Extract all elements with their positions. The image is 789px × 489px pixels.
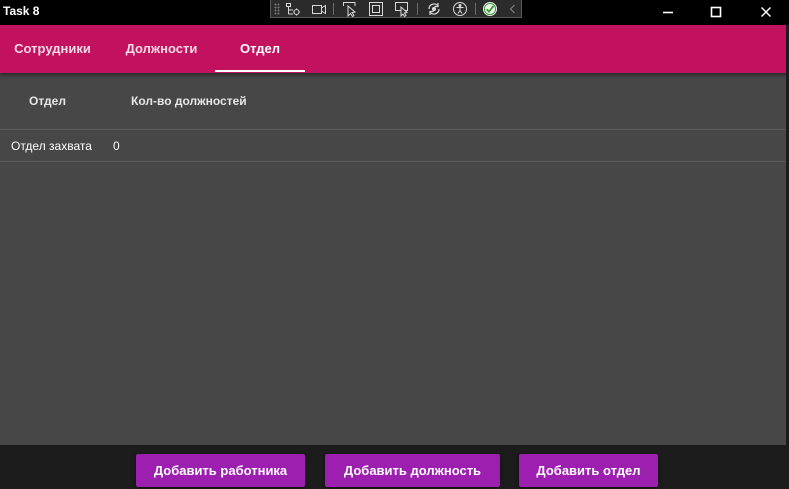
- minimize-icon: [663, 11, 673, 14]
- collapse-icon[interactable]: [505, 1, 521, 17]
- selected-tab-indicator: [215, 70, 305, 72]
- cell-department: Отдел захвата: [11, 139, 92, 153]
- record-icon[interactable]: [311, 1, 327, 17]
- maximize-button[interactable]: [693, 0, 739, 25]
- live-visual-tree-icon[interactable]: [285, 1, 301, 17]
- accessibility-icon[interactable]: [452, 1, 468, 17]
- add-department-button[interactable]: Добавить отдел: [519, 454, 658, 487]
- column-header-positions-count[interactable]: Кол-во должностей: [131, 94, 247, 108]
- toolbar-separator: [333, 3, 334, 15]
- close-icon: [760, 6, 772, 18]
- display-layout-adorners-icon[interactable]: [368, 1, 384, 17]
- track-focused-element-icon[interactable]: [394, 1, 410, 18]
- bottom-action-bar: Добавить работника Добавить должность До…: [0, 445, 789, 489]
- cell-positions-count: 0: [113, 139, 120, 153]
- close-button[interactable]: [743, 0, 789, 25]
- tab-positions[interactable]: Должности: [108, 25, 215, 73]
- table-row[interactable]: Отдел захвата 0: [0, 130, 789, 162]
- title-bar[interactable]: Task 8: [0, 0, 789, 25]
- add-employee-button[interactable]: Добавить работника: [136, 454, 305, 487]
- grid-header: Отдел Кол-во должностей: [0, 74, 789, 130]
- debug-toolbar: [270, 0, 522, 18]
- tab-bar: Сотрудники Должности Отдел: [0, 25, 789, 73]
- window-title: Task 8: [3, 4, 40, 18]
- toolbar-separator: [475, 3, 476, 15]
- hot-reload-ok-icon[interactable]: [482, 1, 498, 17]
- tab-employees[interactable]: Сотрудники: [0, 25, 105, 73]
- select-element-icon[interactable]: [342, 1, 358, 18]
- app-window: Task 8 Сотрудники Должности Отдел Отдел …: [0, 0, 789, 489]
- column-header-department[interactable]: Отдел: [29, 94, 66, 108]
- toolbar-separator: [417, 3, 418, 15]
- toolbar-grip-icon[interactable]: [274, 3, 280, 15]
- add-position-button[interactable]: Добавить должность: [325, 454, 500, 487]
- tab-department[interactable]: Отдел: [215, 25, 305, 73]
- maximize-icon: [710, 6, 722, 18]
- hot-reload-icon[interactable]: [426, 1, 442, 17]
